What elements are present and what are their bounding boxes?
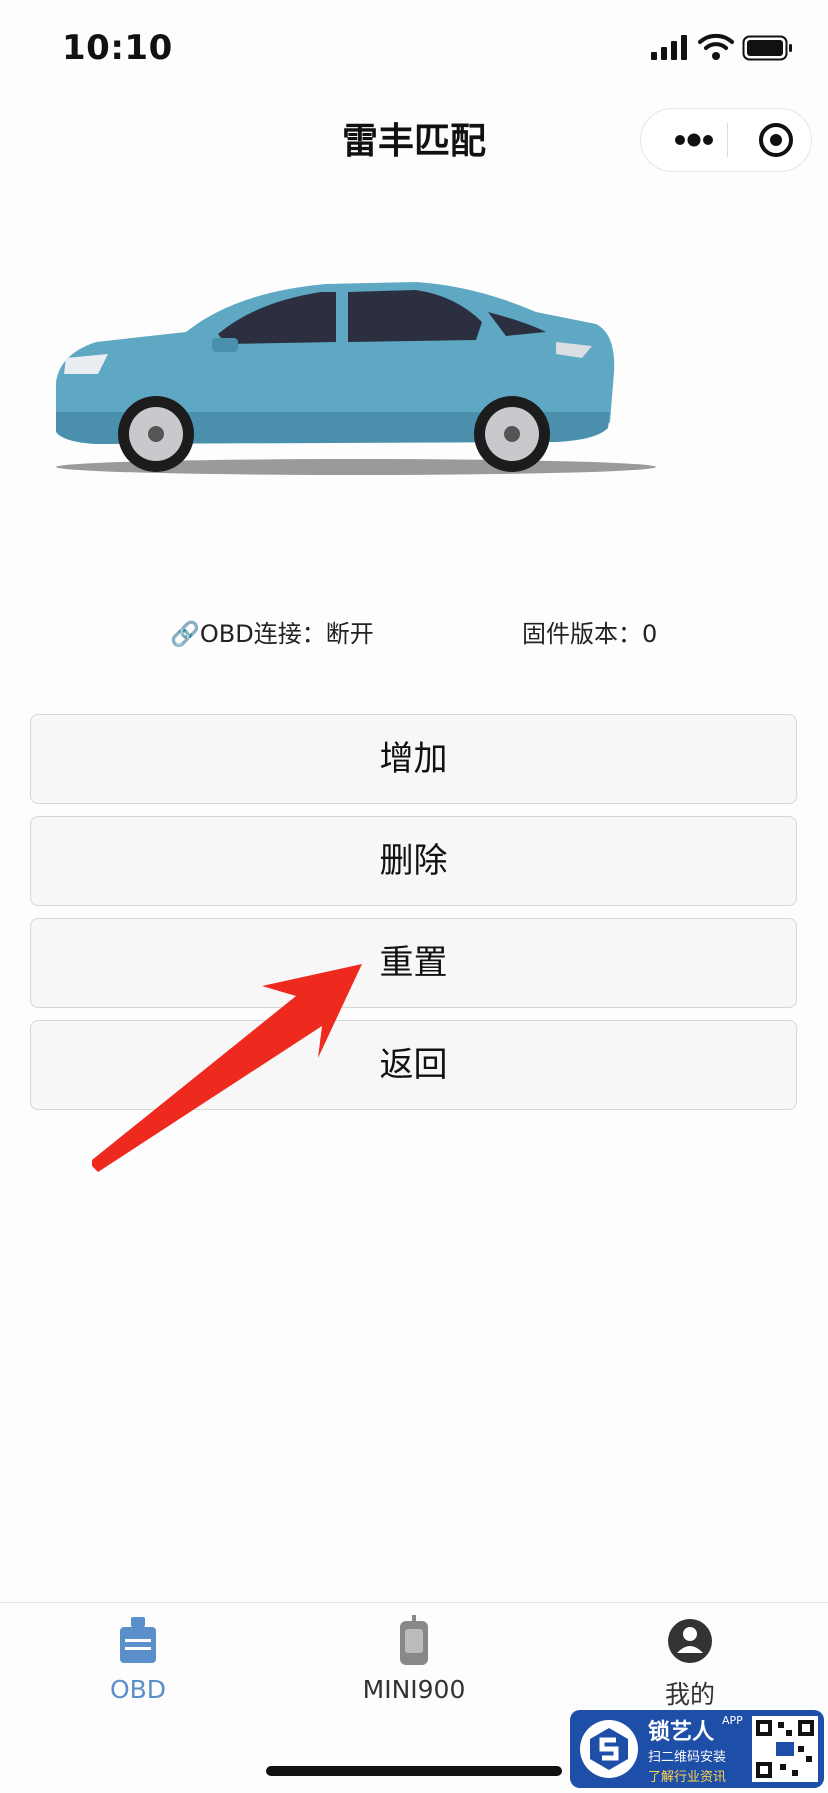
signal-icon <box>651 35 687 60</box>
rear-wheel <box>474 396 550 472</box>
watermark-app: APP <box>722 1714 743 1727</box>
add-button[interactable]: 增加 <box>30 714 797 804</box>
tab-label-obd: OBD <box>109 1675 167 1704</box>
status-bar: 10:10 <box>0 0 828 96</box>
device-icon <box>400 1615 428 1665</box>
obd-connection-status: 🔗OBD连接：断开 <box>170 620 374 648</box>
front-wheel <box>118 396 194 472</box>
tab-mine[interactable]: 我的 <box>590 1615 790 1711</box>
tab-label-mini900: MINI900 <box>362 1675 466 1704</box>
back-button[interactable]: 返回 <box>30 1020 797 1110</box>
capsule-divider <box>727 123 728 157</box>
watermark-brand: 锁艺人 <box>648 1720 715 1745</box>
delete-button[interactable]: 删除 <box>30 816 797 906</box>
firmware-version: 固件版本：0 <box>522 620 658 648</box>
reset-button[interactable]: 重置 <box>30 918 797 1008</box>
tab-mini900[interactable]: MINI900 <box>314 1615 514 1704</box>
car-image <box>56 282 656 475</box>
brand-logo-icon <box>580 1720 638 1778</box>
tab-label-mine: 我的 <box>664 1680 715 1709</box>
tab-obd[interactable]: OBD <box>38 1615 238 1704</box>
home-indicator <box>266 1766 562 1776</box>
watermark-line1: 扫二维码安装 <box>648 1750 727 1765</box>
more-icon[interactable] <box>665 109 723 171</box>
wifi-icon <box>698 33 734 60</box>
connection-status-row: 🔗OBD连接：断开 固件版本：0 <box>0 614 828 654</box>
qr-code-icon <box>752 1716 818 1782</box>
watermark-badge: 锁艺人 APP 扫二维码安装 了解行业资讯 <box>570 1710 824 1788</box>
miniprogram-capsule <box>640 108 812 172</box>
watermark-line2: 了解行业资讯 <box>648 1770 727 1785</box>
obd-icon <box>120 1617 156 1663</box>
close-target-icon[interactable] <box>747 109 805 171</box>
user-icon <box>668 1619 712 1663</box>
status-time: 10:10 <box>62 28 173 68</box>
battery-icon <box>742 35 792 61</box>
